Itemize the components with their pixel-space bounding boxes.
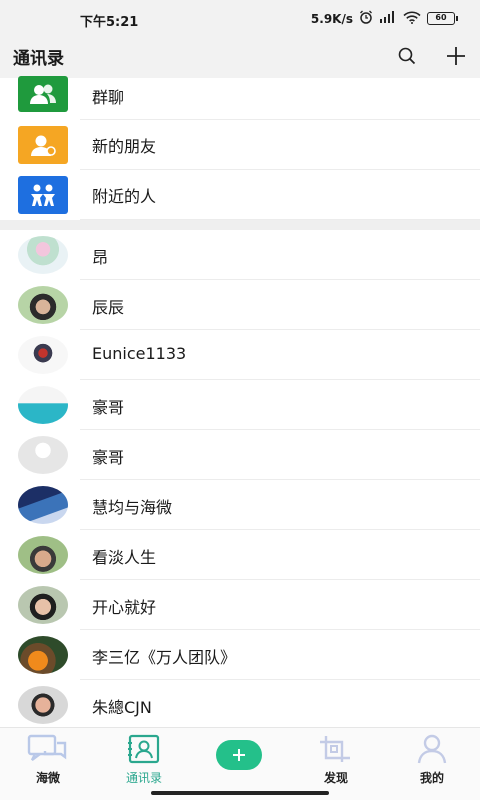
avatar — [18, 686, 68, 724]
group-chat-entry[interactable]: 群聊 — [0, 76, 480, 120]
avatar — [18, 336, 68, 374]
tab-contacts[interactable]: 通讯录 — [104, 733, 184, 786]
avatar — [18, 386, 68, 424]
center-add-button[interactable] — [216, 740, 262, 770]
status-indicators: 5.9K/s 60 — [311, 10, 458, 27]
home-indicator[interactable] — [151, 791, 329, 795]
avatar — [18, 236, 68, 274]
battery-icon: 60 — [427, 12, 458, 25]
contact-row[interactable]: 李三亿《万人团队》 — [0, 630, 480, 680]
group-chat-label: 群聊 — [92, 88, 125, 107]
chat-bubbles-icon — [8, 733, 88, 765]
contact-name: Eunice1133 — [92, 344, 187, 363]
nearby-people-entry[interactable]: 附近的人 — [0, 170, 480, 220]
signal-icon — [379, 11, 397, 26]
contact-name: 李三亿《万人团队》 — [92, 648, 237, 667]
contact-name: 豪哥 — [92, 448, 125, 467]
tab-haiwei[interactable]: 海微 — [8, 733, 88, 786]
contact-name: 看淡人生 — [92, 548, 157, 567]
contacts-book-icon — [104, 733, 184, 765]
contact-name: 豪哥 — [92, 398, 125, 417]
contact-name: 慧均与海微 — [92, 498, 173, 517]
tab-me[interactable]: 我的 — [392, 733, 472, 786]
avatar — [18, 286, 68, 324]
tab-label: 海微 — [35, 771, 60, 785]
contact-row[interactable]: Eunice1133 — [0, 330, 480, 380]
user-icon — [392, 733, 472, 765]
tab-label: 通讯录 — [125, 771, 162, 785]
contact-name: 朱總CJN — [92, 698, 152, 717]
discover-frame-icon — [296, 733, 376, 765]
contact-row[interactable]: 辰辰 — [0, 280, 480, 330]
avatar — [18, 536, 68, 574]
avatar — [18, 586, 68, 624]
avatar — [18, 436, 68, 474]
header: 通讯录 — [0, 38, 480, 78]
new-friends-entry[interactable]: 新的朋友 — [0, 120, 480, 170]
status-bar: 下午5:21 5.9K/s 60 — [0, 0, 480, 38]
contact-name: 开心就好 — [92, 598, 157, 617]
group-icon — [18, 76, 68, 112]
search-icon[interactable] — [393, 42, 421, 70]
page-title: 通讯录 — [13, 49, 64, 69]
contact-list: 群聊 新的朋友 附近的人 昂 辰辰 Eunice1133 豪哥 豪哥 慧均与海微 — [0, 76, 480, 730]
contact-row[interactable]: 豪哥 — [0, 380, 480, 430]
contact-row[interactable]: 开心就好 — [0, 580, 480, 630]
add-icon[interactable] — [442, 42, 470, 70]
avatar — [18, 486, 68, 524]
tab-discover[interactable]: 发现 — [296, 733, 376, 786]
contact-row[interactable]: 看淡人生 — [0, 530, 480, 580]
contact-row[interactable]: 慧均与海微 — [0, 480, 480, 530]
status-time: 下午5:21 — [80, 15, 139, 30]
plus-icon — [233, 749, 245, 761]
avatar — [18, 636, 68, 674]
battery-level: 60 — [427, 12, 455, 25]
contact-row[interactable]: 朱總CJN — [0, 680, 480, 730]
bottom-tab-bar: 海微 通讯录 发现 我的 — [0, 727, 480, 800]
contact-name: 昂 — [92, 248, 109, 267]
contact-row[interactable]: 昂 — [0, 230, 480, 280]
contact-name: 辰辰 — [92, 298, 125, 317]
new-friends-label: 新的朋友 — [92, 137, 157, 156]
tab-label: 发现 — [323, 771, 348, 785]
tab-label: 我的 — [419, 771, 444, 785]
add-friend-icon — [18, 126, 68, 164]
wifi-icon — [403, 11, 421, 27]
alarm-icon — [359, 10, 373, 27]
section-divider — [0, 220, 480, 230]
nearby-people-label: 附近的人 — [92, 187, 157, 206]
nearby-icon — [18, 176, 68, 214]
contact-row[interactable]: 豪哥 — [0, 430, 480, 480]
network-speed: 5.9K/s — [310, 11, 353, 26]
